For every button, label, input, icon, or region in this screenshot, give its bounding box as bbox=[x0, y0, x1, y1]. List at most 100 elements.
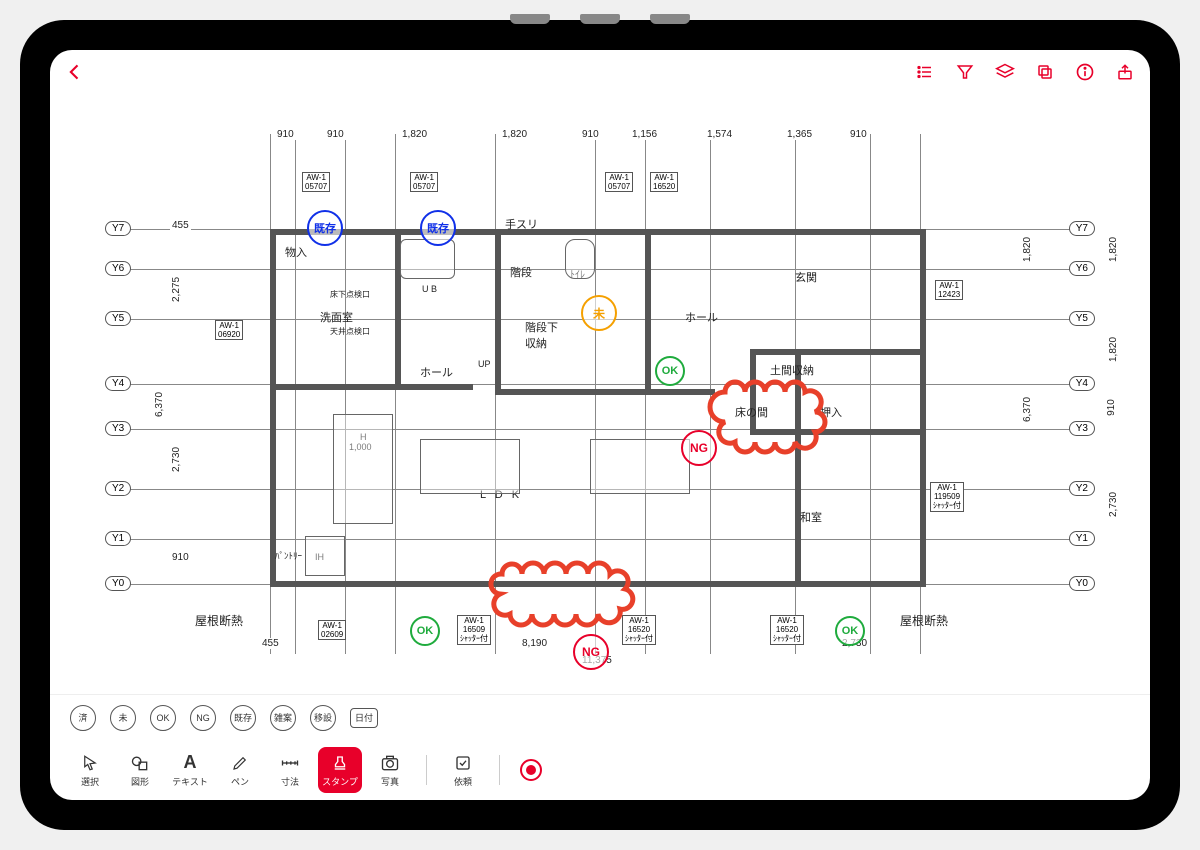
tool-select[interactable]: 選択 bbox=[68, 747, 112, 793]
ruler-icon bbox=[280, 753, 300, 773]
checkbox-icon bbox=[453, 753, 473, 773]
copy-icon[interactable] bbox=[1034, 61, 1056, 83]
dim-top-7: 1,365 bbox=[785, 129, 814, 140]
dim-left-0: 455 bbox=[170, 220, 191, 231]
axis-y6-left: Y6 bbox=[105, 261, 131, 276]
palette-kizon[interactable]: 既存 bbox=[230, 705, 256, 731]
axis-y1-right: Y1 bbox=[1069, 531, 1095, 546]
tool-text[interactable]: A テキスト bbox=[168, 747, 212, 793]
cloud-annotation-2[interactable] bbox=[490, 554, 640, 624]
pen-icon bbox=[230, 753, 250, 773]
wintag-7: AW-102609 bbox=[318, 620, 346, 640]
label-yane-right: 屋根断熱 bbox=[900, 612, 948, 629]
room-monoire: 物入 bbox=[285, 244, 307, 260]
tool-request[interactable]: 依頼 bbox=[441, 747, 485, 793]
dim-top-2: 1,820 bbox=[400, 129, 429, 140]
dim-left-4: 910 bbox=[170, 552, 191, 563]
stamp-ok-2[interactable]: OK bbox=[410, 616, 440, 646]
stamp-existing-1[interactable]: 既存 bbox=[307, 210, 343, 246]
axis-y3-right: Y3 bbox=[1069, 421, 1095, 436]
axis-y7-left: Y7 bbox=[105, 221, 131, 236]
room-ub: U B bbox=[422, 284, 437, 294]
wintag-2: AW-105707 bbox=[605, 172, 633, 192]
tool-photo[interactable]: 写真 bbox=[368, 747, 412, 793]
dim-top-6: 1,574 bbox=[705, 129, 734, 140]
axis-y5-right: Y5 bbox=[1069, 311, 1095, 326]
axis-y2-left: Y2 bbox=[105, 481, 131, 496]
palette-zatsuan[interactable]: 雑案 bbox=[270, 705, 296, 731]
tool-label: 寸法 bbox=[281, 775, 299, 788]
wintag-1: AW-105707 bbox=[410, 172, 438, 192]
tablet-notch bbox=[510, 14, 690, 24]
stamp-palette: 済 未 OK NG 既存 雑案 移設 日付 bbox=[50, 694, 1150, 740]
stamp-ng-1[interactable]: NG bbox=[681, 430, 717, 466]
axis-y4-left: Y4 bbox=[105, 376, 131, 391]
dim-bot-1: 8,190 bbox=[520, 638, 549, 649]
room-up: UP bbox=[478, 359, 491, 369]
dim-left-1: 2,275 bbox=[171, 275, 182, 304]
stamp-ok-3[interactable]: OK bbox=[835, 616, 865, 646]
tool-label: テキスト bbox=[172, 775, 208, 788]
wintag-5: AW-112423 bbox=[935, 280, 963, 300]
dim-left-3: 2,730 bbox=[171, 445, 182, 474]
axis-y1-left: Y1 bbox=[105, 531, 131, 546]
dim-rightO-3: 2,730 bbox=[1108, 490, 1119, 519]
tool-dimension[interactable]: 寸法 bbox=[268, 747, 312, 793]
list-icon[interactable] bbox=[914, 61, 936, 83]
wintag-6: AW-1119509ｼｬｯﾀｰ付 bbox=[930, 482, 964, 512]
axis-y6-right: Y6 bbox=[1069, 261, 1095, 276]
bottom-toolbar: 選択 図形 A テキスト ペン 寸法 スタンプ bbox=[50, 740, 1150, 800]
dim-top-1: 910 bbox=[325, 129, 346, 140]
palette-mi[interactable]: 未 bbox=[110, 705, 136, 731]
wintag-9: AW-116520ｼｬｯﾀｰ付 bbox=[622, 615, 656, 645]
tool-pen[interactable]: ペン bbox=[218, 747, 262, 793]
tool-shape[interactable]: 図形 bbox=[118, 747, 162, 793]
room-genkan: 玄関 bbox=[795, 269, 817, 285]
tool-label: スタンプ bbox=[322, 775, 358, 788]
dim-rightO-2: 910 bbox=[1106, 397, 1117, 418]
room-hall-left: ホール bbox=[420, 364, 453, 380]
palette-sumi[interactable]: 済 bbox=[70, 705, 96, 731]
palette-date[interactable]: 日付 bbox=[350, 708, 378, 728]
palette-ok[interactable]: OK bbox=[150, 705, 176, 731]
tool-stamp[interactable]: スタンプ bbox=[318, 747, 362, 793]
text-icon: A bbox=[180, 753, 200, 773]
palette-isetsu[interactable]: 移設 bbox=[310, 705, 336, 731]
camera-icon bbox=[380, 753, 400, 773]
tool-label: 写真 bbox=[381, 775, 399, 788]
label-tenjou2: 天井点検口 bbox=[330, 326, 370, 337]
stamp-existing-2[interactable]: 既存 bbox=[420, 210, 456, 246]
room-senmen: 洗面室 bbox=[320, 309, 353, 325]
dim-top-5: 1,156 bbox=[630, 129, 659, 140]
wintag-8: AW-116509ｼｬｯﾀｰ付 bbox=[457, 615, 491, 645]
room-washitsu: 和室 bbox=[800, 509, 822, 525]
record-button[interactable] bbox=[520, 759, 542, 781]
share-icon[interactable] bbox=[1114, 61, 1136, 83]
tool-label: 図形 bbox=[131, 775, 149, 788]
topbar bbox=[50, 50, 1150, 94]
shape-icon bbox=[130, 753, 150, 773]
stamp-ok-1[interactable]: OK bbox=[655, 356, 685, 386]
tool-label: ペン bbox=[231, 775, 249, 788]
toolbar-separator bbox=[499, 755, 500, 785]
palette-ng[interactable]: NG bbox=[190, 705, 216, 731]
drawing-canvas[interactable]: Y7 Y6 Y5 Y4 Y3 Y2 Y1 Y0 Y7 Y6 Y5 Y4 Y3 Y… bbox=[50, 94, 1150, 694]
axis-y0-right: Y0 bbox=[1069, 576, 1095, 591]
filter-icon[interactable] bbox=[954, 61, 976, 83]
back-button[interactable] bbox=[64, 61, 86, 83]
dim-rightO-0: 1,820 bbox=[1108, 235, 1119, 264]
dim-rightI-0: 1,820 bbox=[1022, 235, 1033, 264]
dim-left-2: 6,370 bbox=[154, 390, 165, 419]
wintag-0: AW-105707 bbox=[302, 172, 330, 192]
layers-icon[interactable] bbox=[994, 61, 1016, 83]
stamp-ng-2[interactable]: NG bbox=[573, 634, 609, 670]
axis-y4-right: Y4 bbox=[1069, 376, 1095, 391]
dim-rightI-1: 6,370 bbox=[1022, 395, 1033, 424]
dim-bot-0: 455 bbox=[260, 638, 281, 649]
room-tesuri: 手スリ bbox=[505, 216, 538, 232]
info-icon[interactable] bbox=[1074, 61, 1096, 83]
stamp-icon bbox=[330, 753, 350, 773]
stamp-pending-1[interactable]: 未 bbox=[581, 295, 617, 331]
room-kaidan: 階段 bbox=[510, 264, 532, 280]
blueprint: Y7 Y6 Y5 Y4 Y3 Y2 Y1 Y0 Y7 Y6 Y5 Y4 Y3 Y… bbox=[50, 94, 1150, 694]
